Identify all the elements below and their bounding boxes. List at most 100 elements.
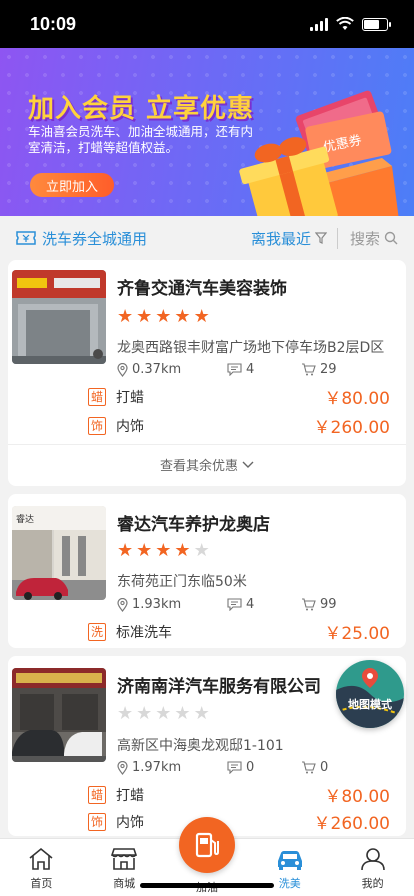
signal-icon [310, 17, 328, 31]
service-badge: 蜡 [88, 387, 106, 406]
banner-text: 车油喜会员洗车、加油全城通用，还有内室清洁，打蜡等超值权益。 [28, 124, 254, 155]
shop-icon [111, 848, 138, 870]
order-count: 29 [320, 362, 337, 377]
service-badge: 饰 [88, 812, 106, 831]
star-icon: ★ [155, 540, 172, 561]
comment-icon [227, 363, 242, 376]
star-icon: ★ [117, 540, 134, 561]
user-icon [360, 848, 385, 871]
sort-label: 离我最近 [250, 229, 311, 248]
fuel-button[interactable] [178, 817, 235, 873]
star-icon: ★ [174, 306, 191, 327]
service-row[interactable]: 饰 内饰 ￥260.00 [88, 809, 390, 834]
service-price: ￥80.00 [324, 389, 390, 409]
membership-banner[interactable]: 加入会员 立享优惠 车油喜会员洗车、加油全城通用，还有内室清洁，打蜡等超值权益。… [0, 48, 414, 216]
service-price: ￥80.00 [324, 787, 390, 807]
service-name: 打蜡 [116, 389, 144, 406]
shop-address: 龙奥西路银丰财富广场地下停车场B2层D区 [117, 340, 385, 356]
wifi-icon [336, 17, 354, 30]
star-icon: ★ [136, 306, 153, 327]
service-row[interactable]: 洗 标准洗车 ￥25.00 [88, 619, 390, 644]
service-name: 打蜡 [116, 787, 144, 804]
more-offers-button[interactable]: 查看其余优惠 [8, 444, 406, 484]
status-icons [310, 17, 391, 31]
search-label: 搜索 [349, 229, 380, 248]
shop-photo [12, 668, 106, 762]
shop-meta: 0.37km 4 29 [117, 362, 397, 377]
map-mode-label: 地图模式 [348, 697, 392, 711]
cart-icon [302, 761, 316, 774]
star-icon: ★ [193, 306, 210, 327]
cart-icon [302, 598, 316, 611]
comment-icon [227, 761, 242, 774]
chevron-down-icon [242, 461, 254, 468]
star-icon: ★ [174, 540, 191, 561]
shop-name: 齐鲁交通汽车美容装饰 [117, 279, 287, 299]
star-icon: ★ [174, 703, 191, 724]
rating-stars: ★ ★ ★ ★ ★ [117, 542, 210, 560]
location-pin-icon [117, 362, 128, 377]
shop-meta: 1.97km 0 0 [117, 760, 397, 775]
service-badge: 洗 [88, 622, 106, 641]
more-offers-label: 查看其余优惠 [159, 459, 238, 474]
sort-nearest[interactable]: 离我最近 [250, 227, 338, 249]
service-price: ￥260.00 [313, 418, 390, 438]
shop-photo: 睿达 [12, 506, 106, 600]
comment-count: 0 [246, 760, 255, 775]
shop-photo [12, 270, 106, 364]
location-pin-icon [117, 597, 128, 612]
gift-box-illustration: 优惠券 [239, 90, 399, 216]
shop-address: 东荷苑正门东临50米 [117, 574, 247, 590]
home-indicator [140, 883, 274, 888]
shop-card[interactable]: 睿达 睿达汽车养护龙奥店 ★ ★ ★ ★ ★ 东荷苑正门东临50米 1.93km… [8, 494, 406, 648]
star-icon: ★ [117, 306, 134, 327]
status-time: 10:09 [30, 13, 77, 34]
comment-count: 4 [246, 362, 255, 377]
shop-meta: 1.93km 4 99 [117, 597, 397, 612]
order-count: 99 [320, 597, 337, 612]
service-name: 标准洗车 [116, 624, 172, 641]
service-name: 内饰 [116, 418, 144, 435]
fuel-icon [195, 832, 219, 858]
rating-stars: ★ ★ ★ ★ ★ [117, 308, 210, 326]
star-icon: ★ [193, 540, 210, 561]
tab-label: 首页 [30, 877, 53, 890]
banner-title: 加入会员 立享优惠 [28, 94, 255, 124]
tab-mine[interactable]: 我的 [331, 839, 414, 896]
battery-icon [362, 17, 391, 31]
tab-label: 我的 [361, 877, 384, 890]
shop-distance: 1.97km [132, 760, 182, 775]
search-button[interactable]: 搜索 [338, 228, 398, 249]
star-icon: ★ [136, 703, 153, 724]
coupon-text: 洗车券全城通用 [42, 229, 148, 248]
coupon-icon [16, 231, 36, 245]
coupon-link[interactable]: 洗车券全城通用 [16, 228, 251, 249]
service-row[interactable]: 蜡 打蜡 ￥80.00 [88, 384, 390, 409]
comment-icon [227, 598, 242, 611]
star-icon: ★ [155, 306, 172, 327]
service-row[interactable]: 蜡 打蜡 ￥80.00 [88, 782, 390, 807]
svg-text:睿达: 睿达 [16, 513, 34, 525]
comment-count: 4 [246, 597, 255, 612]
shop-address: 高新区中海奥龙观邸1-101 [117, 738, 284, 754]
shop-distance: 1.93km [132, 597, 182, 612]
search-icon [384, 231, 398, 245]
star-icon: ★ [136, 540, 153, 561]
map-mode-button[interactable]: 地图模式 [336, 660, 404, 728]
service-row[interactable]: 饰 内饰 ￥260.00 [88, 413, 390, 438]
car-icon [277, 851, 302, 870]
shop-name: 济南南洋汽车服务有限公司 [117, 677, 321, 697]
service-badge: 饰 [88, 416, 106, 435]
filter-bar: 洗车券全城通用 离我最近 搜索 [0, 216, 414, 260]
rating-stars: ★ ★ ★ ★ ★ [117, 705, 210, 723]
tab-home[interactable]: 首页 [0, 839, 83, 896]
tab-label: 洗美 [278, 877, 301, 890]
location-pin-icon [117, 760, 128, 775]
tab-label: 商城 [113, 877, 136, 890]
home-icon [29, 847, 53, 870]
service-badge: 蜡 [88, 785, 106, 804]
join-button[interactable]: 立即加入 [30, 173, 114, 197]
shop-card[interactable]: 齐鲁交通汽车美容装饰 ★ ★ ★ ★ ★ 龙奥西路银丰财富广场地下停车场B2层D… [8, 260, 406, 486]
filter-icon [314, 232, 327, 244]
order-count: 0 [320, 760, 329, 775]
